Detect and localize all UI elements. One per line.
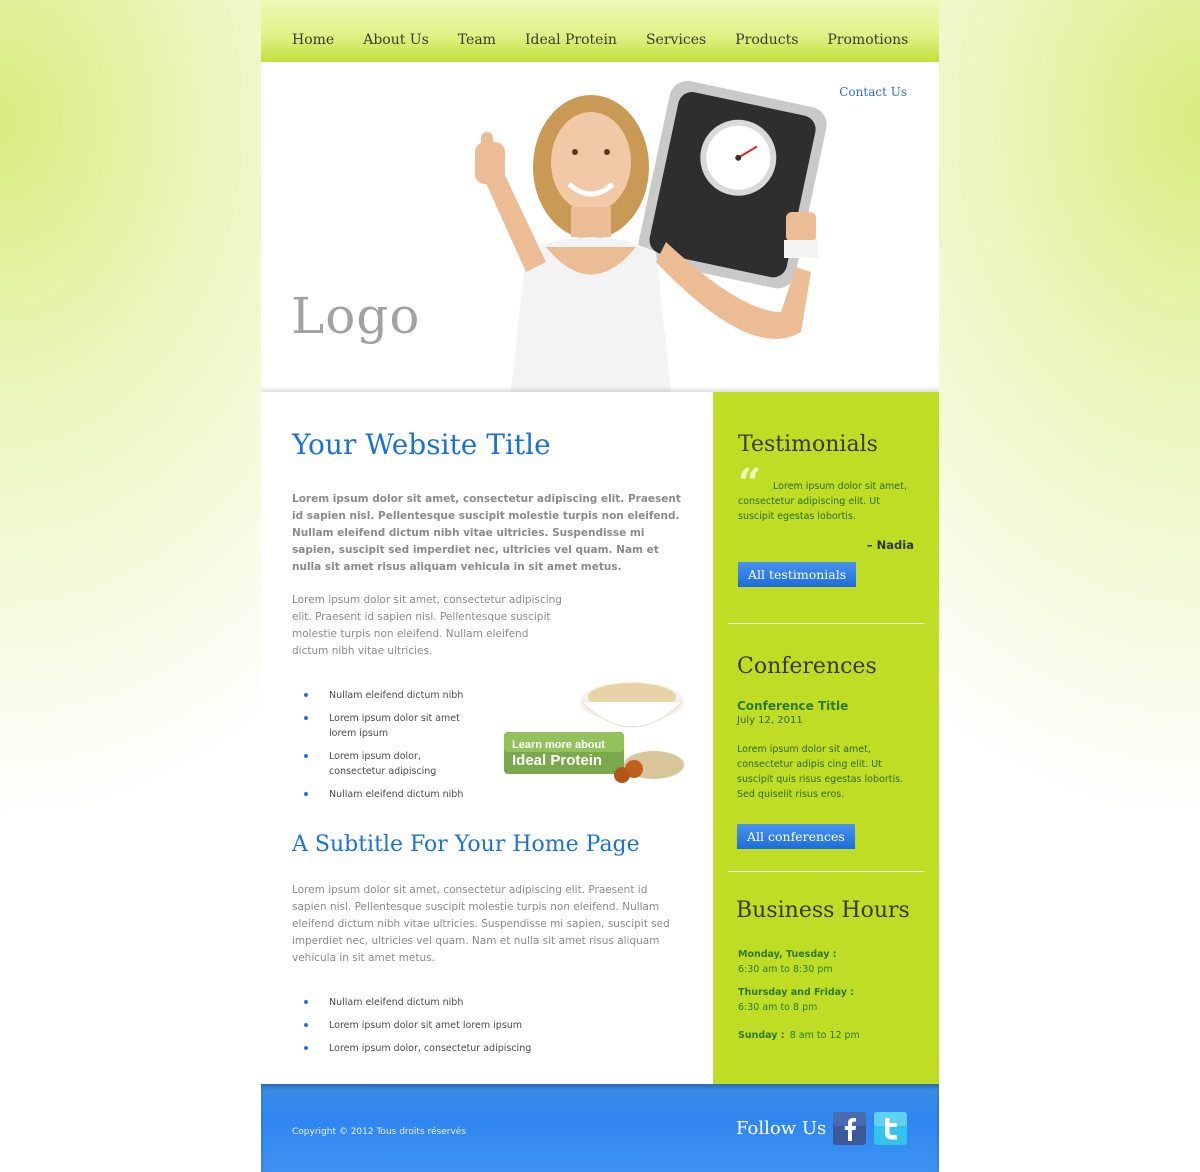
contact-us-link[interactable]: Contact Us xyxy=(839,85,907,99)
list-item: Lorem ipsum dolor sit amet lorem ipsum xyxy=(304,711,464,741)
footer: Copyright © 2012 Tous droits réservés Fo… xyxy=(261,1084,939,1172)
conferences-section: Conferences Conference Title July 12, 20… xyxy=(728,624,924,871)
twitter-icon[interactable] xyxy=(874,1112,907,1145)
nav-promotions[interactable]: Promotions xyxy=(827,32,908,48)
main-column: Your Website Title Lorem ipsum dolor sit… xyxy=(261,392,713,1084)
page-subtitle: A Subtitle For Your Home Page xyxy=(292,832,640,857)
all-testimonials-button[interactable]: All testimonials xyxy=(738,562,857,587)
nav-team[interactable]: Team xyxy=(458,32,496,48)
testimonials-heading: Testimonials xyxy=(738,432,878,457)
list-item: Lorem ipsum dolor, consectetur adipiscin… xyxy=(304,1041,604,1056)
nav-home[interactable]: Home xyxy=(292,32,334,48)
hours-row-sunday: Sunday : 8 am to 12 pm xyxy=(738,1023,914,1043)
conference-date: July 12, 2011 xyxy=(737,715,803,726)
nav-ideal-protein[interactable]: Ideal Protein xyxy=(525,32,617,48)
nav-products[interactable]: Products xyxy=(735,32,798,48)
follow-us-label: Follow Us xyxy=(736,1118,827,1139)
conferences-heading: Conferences xyxy=(737,654,877,679)
business-hours-section: Business Hours Monday, Tuesday : 6:30 am… xyxy=(728,872,924,1043)
list-item: Lorem ipsum dolor, consectetur adipiscin… xyxy=(304,749,464,779)
nav-services[interactable]: Services xyxy=(646,32,706,48)
testimonials-section: Testimonials “ Lorem ipsum dolor sit ame… xyxy=(728,392,924,623)
nav-about-us[interactable]: About Us xyxy=(363,32,429,48)
conference-title[interactable]: Conference Title xyxy=(737,699,914,713)
all-conferences-button[interactable]: All conferences xyxy=(737,824,855,849)
list-item: Nullam eleifend dictum nibh xyxy=(304,995,604,1010)
copyright-text: Copyright © 2012 Tous droits réservés xyxy=(292,1127,467,1137)
hours-label: Monday, Tuesday : xyxy=(738,949,837,960)
promo-line-1: Learn more about xyxy=(512,739,605,751)
hero-image-woman-with-scale xyxy=(475,80,827,392)
site-logo[interactable]: Logo xyxy=(291,287,420,345)
hours-label: Sunday : xyxy=(738,1030,785,1041)
hours-value: 6:30 am to 8 pm xyxy=(738,1002,818,1013)
lead-paragraph: Lorem ipsum dolor sit amet, consectetur … xyxy=(292,493,681,573)
testimonial-author: – Nadia xyxy=(866,538,914,552)
sidebar: Testimonials “ Lorem ipsum dolor sit ame… xyxy=(713,392,939,1084)
list-item: Nullam eleifend dictum nibh xyxy=(304,688,464,703)
page-title: Your Website Title xyxy=(292,428,551,461)
conference-text: Lorem ipsum dolor sit amet, consectetur … xyxy=(737,744,904,800)
subtitle-section: Lorem ipsum dolor sit amet, consectetur … xyxy=(292,882,672,1064)
content-area: Your Website Title Lorem ipsum dolor sit… xyxy=(261,392,939,1084)
list-item: Lorem ipsum dolor sit amet lorem ipsum xyxy=(304,1018,604,1033)
hours-label: Thursday and Friday : xyxy=(738,987,855,998)
hours-value: 6:30 am to 8:30 pm xyxy=(738,964,833,975)
subtitle-paragraph: Lorem ipsum dolor sit amet, consectetur … xyxy=(292,884,670,964)
hours-value: 8 am to 12 pm xyxy=(789,1030,860,1041)
main-navigation: Home About Us Team Ideal Protein Service… xyxy=(261,0,939,62)
testimonial-text: Lorem ipsum dolor sit amet, consectetur … xyxy=(738,481,907,522)
facebook-icon[interactable] xyxy=(833,1112,866,1145)
list-item: Nullam eleifend dictum nibh xyxy=(304,787,464,802)
business-hours-heading: Business Hours xyxy=(736,898,910,923)
feature-list-2: Nullam eleifend dictum nibh Lorem ipsum … xyxy=(304,995,672,1056)
promo-line-2: Ideal Protein xyxy=(512,752,602,769)
hours-list: Monday, Tuesday : 6:30 am to 8:30 pm Thu… xyxy=(736,947,914,1043)
intro-paragraph: Lorem ipsum dolor sit amet, consectetur … xyxy=(292,594,562,657)
header-banner: Contact Us Logo xyxy=(261,62,939,392)
page-container: Home About Us Team Ideal Protein Service… xyxy=(261,0,939,1172)
ideal-protein-promo-banner[interactable]: Learn more about Ideal Protein xyxy=(504,677,694,792)
